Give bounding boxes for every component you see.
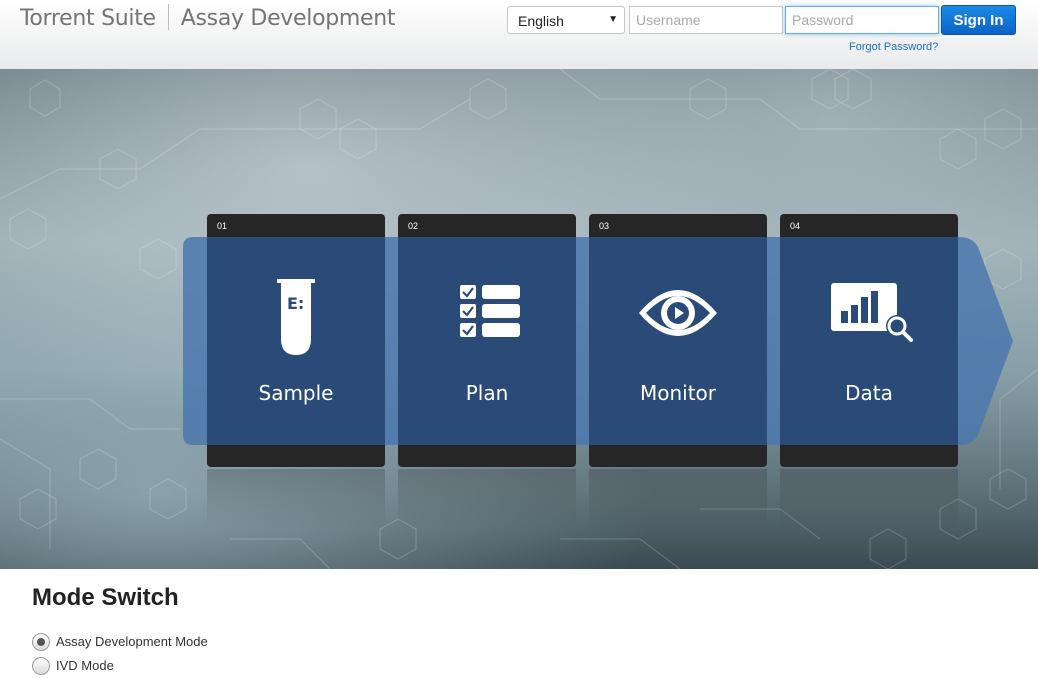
step-label: Sample bbox=[258, 381, 334, 405]
step-reflection bbox=[589, 469, 767, 529]
radio-button-selected[interactable] bbox=[32, 633, 50, 651]
step-footer-bar bbox=[589, 445, 767, 467]
step-number: 04 bbox=[790, 221, 801, 231]
step-body: Plan bbox=[398, 237, 576, 445]
step-header-bar: 04 bbox=[780, 214, 958, 237]
radio-button[interactable] bbox=[32, 657, 50, 675]
checklist-icon bbox=[460, 285, 520, 337]
step-reflection bbox=[207, 469, 385, 529]
sign-in-button[interactable]: Sign In bbox=[941, 5, 1016, 35]
step-footer-bar bbox=[398, 445, 576, 467]
step-header-bar: 01 bbox=[207, 214, 385, 237]
forgot-password-link[interactable]: Forgot Password? bbox=[849, 41, 938, 53]
workflow-step-monitor[interactable]: 03 Monitor bbox=[589, 214, 767, 529]
svg-text:E:: E: bbox=[287, 294, 304, 313]
step-footer-bar bbox=[780, 445, 958, 467]
step-body: Monitor bbox=[589, 237, 767, 445]
password-input[interactable] bbox=[785, 6, 939, 34]
brand-logo: Torrent Suite Assay Development bbox=[20, 4, 396, 32]
chevron-down-icon: ▼ bbox=[608, 14, 618, 25]
workflow-step-data[interactable]: 04 Data bbox=[780, 214, 958, 529]
app-name: Torrent Suite bbox=[20, 6, 156, 31]
step-number: 02 bbox=[408, 221, 419, 231]
step-number: 03 bbox=[599, 221, 610, 231]
mode-switch-title: Mode Switch bbox=[32, 584, 179, 611]
workflow-step-sample[interactable]: 01 E: Sample bbox=[207, 214, 385, 529]
radio-label: Assay Development Mode bbox=[56, 634, 208, 649]
step-body: Data bbox=[780, 237, 958, 445]
step-body: E: Sample bbox=[207, 237, 385, 445]
username-input[interactable] bbox=[629, 6, 783, 34]
workflow-step-plan[interactable]: 02 Plan bbox=[398, 214, 576, 529]
language-selected-value: English bbox=[518, 13, 564, 29]
step-label: Monitor bbox=[639, 381, 717, 405]
radio-label: IVD Mode bbox=[56, 658, 114, 673]
step-label: Plan bbox=[465, 381, 509, 405]
step-header-bar: 03 bbox=[589, 214, 767, 237]
step-label: Data bbox=[845, 381, 893, 405]
top-header: Torrent Suite Assay Development English ▼… bbox=[0, 0, 1038, 70]
step-footer-bar bbox=[207, 445, 385, 467]
step-reflection bbox=[780, 469, 958, 529]
brand-divider bbox=[167, 4, 169, 30]
language-select[interactable]: English ▼ bbox=[507, 6, 625, 34]
hero-banner: 01 E: Sample 02 Plan 03 Monitor 04 Data bbox=[0, 69, 1038, 569]
step-reflection bbox=[398, 469, 576, 529]
radio-dot bbox=[37, 638, 45, 646]
chart-magnifier-icon bbox=[831, 283, 913, 342]
product-name: Assay Development bbox=[180, 6, 396, 31]
eye-icon bbox=[639, 290, 717, 336]
step-header-bar: 02 bbox=[398, 214, 576, 237]
step-number: 01 bbox=[217, 221, 228, 231]
test-tube-icon: E: bbox=[277, 279, 315, 355]
